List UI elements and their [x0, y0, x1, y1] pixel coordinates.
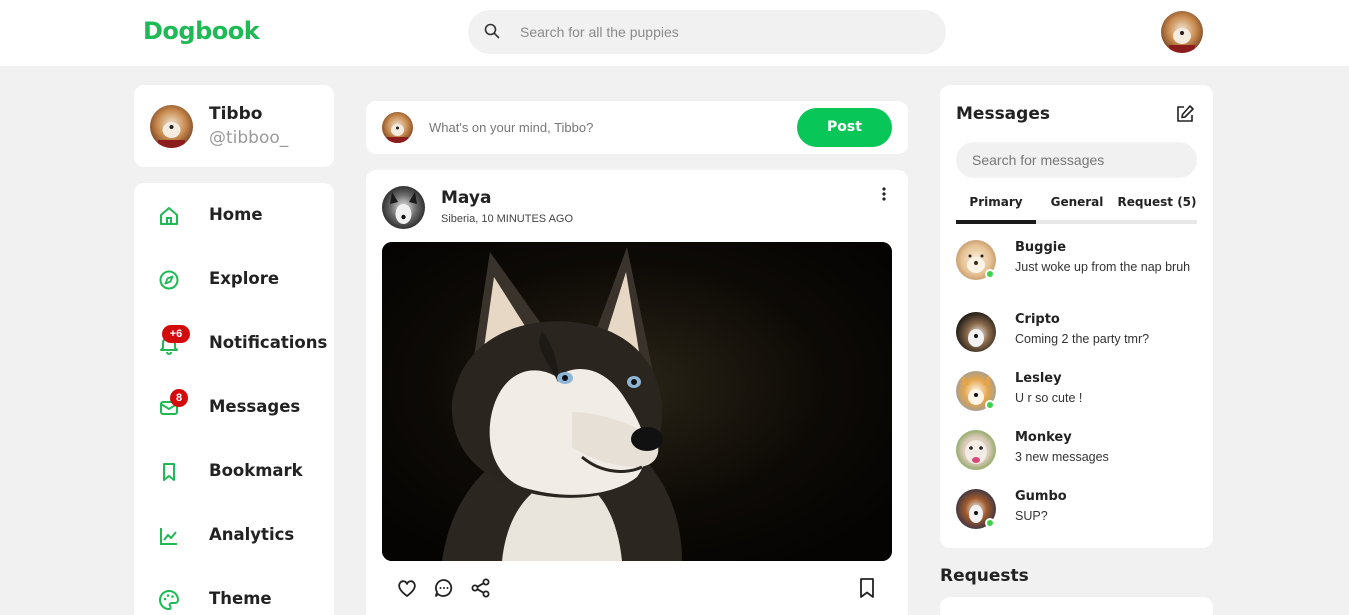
share-icon[interactable]	[470, 577, 492, 599]
contact-name: Buggie	[1015, 240, 1067, 255]
palette-icon	[159, 589, 180, 611]
message-preview: U r so cute !	[1015, 391, 1083, 405]
home-icon	[160, 207, 178, 225]
sidebar-item-label: Home	[209, 205, 263, 224]
sidebar-menu: Home Explore +6 Notifications 8 Messages…	[134, 183, 334, 615]
bookmark-post-icon[interactable]	[856, 577, 878, 599]
user-avatar[interactable]	[1161, 11, 1203, 53]
tab-primary[interactable]: Primary	[956, 195, 1036, 209]
search-bar[interactable]: Search for all the puppies	[468, 10, 946, 54]
more-options-icon[interactable]	[876, 186, 892, 202]
comment-icon[interactable]	[433, 577, 455, 599]
message-item[interactable]: Gumbo SUP?	[956, 489, 1197, 539]
app-logo[interactable]: Dogbook	[143, 17, 260, 45]
sidebar-item-notifications[interactable]: +6 Notifications	[134, 311, 334, 375]
contact-avatar	[956, 430, 996, 470]
message-preview: Just woke up from the nap bruh	[1015, 260, 1191, 274]
sidebar-item-label: Messages	[209, 397, 301, 416]
profile-avatar	[150, 105, 193, 148]
post-composer: What's on your mind, Tibbo? Post	[366, 101, 908, 154]
compass-icon	[159, 270, 179, 290]
like-icon[interactable]	[396, 577, 418, 599]
requests-panel	[940, 597, 1213, 615]
requests-title: Requests	[940, 566, 1029, 586]
contact-name: Lesley	[1015, 371, 1062, 386]
online-indicator	[985, 400, 995, 410]
sidebar-item-label: Explore	[209, 269, 280, 288]
sidebar-item-label: Bookmark	[209, 461, 303, 480]
profile-name: Tibbo	[209, 104, 263, 124]
post-button[interactable]: Post	[797, 108, 892, 147]
composer-input[interactable]: What's on your mind, Tibbo?	[429, 120, 593, 135]
online-indicator	[985, 518, 995, 528]
composer-avatar	[382, 112, 413, 143]
sidebar-item-label: Analytics	[209, 525, 295, 544]
active-tab-indicator	[956, 220, 1036, 224]
message-item[interactable]: Cripto Coming 2 the party tmr?	[956, 312, 1197, 362]
message-preview: 3 new messages	[1015, 450, 1109, 464]
messages-search-input[interactable]: Search for messages	[956, 142, 1197, 178]
top-navbar: Dogbook Search for all the puppies	[0, 0, 1349, 66]
sidebar-item-bookmark[interactable]: Bookmark	[134, 439, 334, 503]
sidebar-item-label: Theme	[209, 589, 272, 608]
sidebar-item-theme[interactable]: Theme	[134, 567, 334, 615]
bookmark-icon	[163, 463, 175, 481]
message-item[interactable]: Lesley U r so cute !	[956, 371, 1197, 421]
message-item[interactable]: Buggie Just woke up from the nap bruh	[956, 240, 1197, 290]
contact-name: Cripto	[1015, 312, 1060, 327]
sidebar-item-messages[interactable]: 8 Messages	[134, 375, 334, 439]
message-item[interactable]: Monkey 3 new messages	[956, 430, 1197, 480]
contact-avatar	[956, 312, 996, 352]
search-icon	[484, 23, 500, 39]
message-preview: Coming 2 the party tmr?	[1015, 332, 1150, 346]
chart-line-icon	[160, 528, 177, 545]
feed-post: Maya Siberia, 10 MINUTES AGO	[366, 170, 908, 615]
tab-general[interactable]: General	[1037, 195, 1117, 209]
compose-icon[interactable]	[1175, 104, 1195, 124]
messages-search-placeholder[interactable]: Search for messages	[972, 152, 1104, 168]
post-author-name[interactable]: Maya	[441, 188, 491, 208]
husky-photo	[382, 242, 892, 561]
post-author-avatar[interactable]	[382, 186, 425, 229]
online-indicator	[985, 269, 995, 279]
post-meta: Siberia, 10 MINUTES AGO	[441, 213, 574, 225]
notifications-badge: +6	[162, 325, 190, 343]
search-placeholder[interactable]: Search for all the puppies	[520, 24, 679, 40]
sidebar-item-label: Notifications	[209, 333, 328, 352]
messages-panel: Messages Search for messages Primary Gen…	[940, 85, 1213, 548]
sidebar-item-home[interactable]: Home	[134, 183, 334, 247]
profile-card[interactable]: Tibbo @tibboo_	[134, 85, 334, 167]
messages-badge: 8	[170, 389, 188, 407]
post-image[interactable]	[382, 242, 892, 561]
sidebar-item-analytics[interactable]: Analytics	[134, 503, 334, 567]
profile-handle: @tibboo_	[209, 128, 289, 148]
messages-title: Messages	[956, 104, 1050, 124]
tab-request[interactable]: Request (5)	[1117, 195, 1197, 209]
contact-name: Gumbo	[1015, 489, 1067, 504]
sidebar-item-explore[interactable]: Explore	[134, 247, 334, 311]
message-preview: SUP?	[1015, 509, 1048, 523]
contact-name: Monkey	[1015, 430, 1072, 445]
